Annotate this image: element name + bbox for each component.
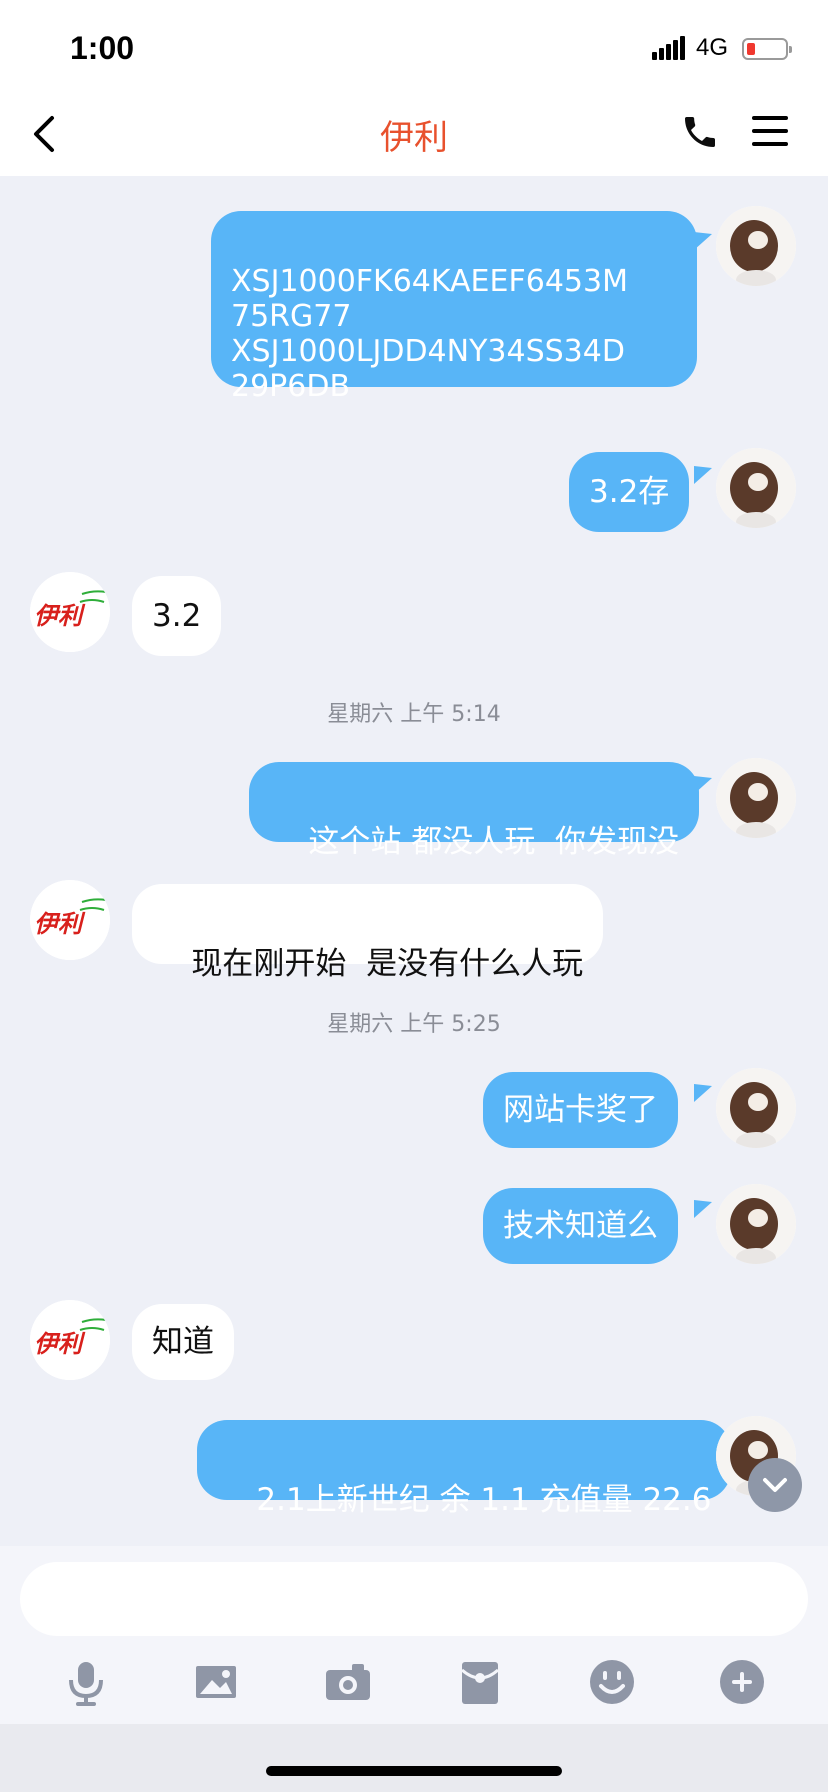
avatar[interactable] — [716, 1068, 796, 1148]
input-area — [0, 1546, 828, 1724]
plus-icon — [720, 1660, 764, 1704]
message-input[interactable] — [20, 1562, 808, 1636]
phone-icon — [685, 117, 715, 147]
message-bubble-sent[interactable]: XSJ1000FK64KAEEF6453M 75RG77 XSJ1000LJDD… — [211, 211, 697, 404]
message-bubble-received[interactable]: 知道 — [132, 1304, 234, 1380]
emoji-button[interactable] — [586, 1656, 638, 1708]
user-avatar-image — [716, 1068, 796, 1148]
avatar[interactable] — [716, 1184, 796, 1264]
avatar[interactable] — [716, 758, 796, 838]
message-text: 3.2 — [152, 598, 202, 634]
svg-text:伊利: 伊利 — [34, 1330, 86, 1358]
user-avatar-image — [716, 448, 796, 528]
message-bubble-sent[interactable]: 2.1上新世纪 余 1.1 充值量 22.6 — [197, 1420, 732, 1518]
user-avatar-image — [716, 206, 796, 286]
yili-logo-icon: 伊利 — [30, 572, 110, 652]
red-packet-icon — [461, 1662, 499, 1704]
bubble-tail — [694, 1200, 712, 1218]
red-packet-button[interactable] — [454, 1656, 506, 1708]
home-indicator[interactable] — [266, 1766, 562, 1776]
message-text: 现在刚开始 是没有什么人玩 — [191, 946, 584, 982]
chat-header: 伊利 — [0, 92, 828, 176]
message-bubble-sent[interactable]: 技术知道么 — [483, 1188, 678, 1264]
bubble-tail — [694, 776, 712, 794]
message-text: 知道 — [152, 1324, 214, 1360]
message-bubble-sent[interactable]: 这个站 都没人玩 你发现没 — [249, 762, 699, 860]
bubble-tail — [694, 1084, 712, 1102]
bubble-tail — [694, 232, 712, 250]
message-text: 技术知道么 — [503, 1208, 658, 1244]
message-text: XSJ1000FK64KAEEF6453M 75RG77 XSJ1000LJDD… — [231, 264, 628, 404]
message-bubble-received[interactable]: 现在刚开始 是没有什么人玩 — [132, 884, 604, 982]
svg-text:伊利: 伊利 — [34, 910, 86, 938]
image-button[interactable] — [190, 1656, 242, 1708]
signal-icon — [652, 36, 688, 60]
yili-logo-icon: 伊利 — [30, 1300, 110, 1380]
home-area — [0, 1724, 828, 1792]
avatar[interactable] — [716, 206, 796, 286]
network-label: 4G — [696, 34, 729, 61]
message-text: 这个站 都没人玩 你发现没 — [308, 824, 679, 860]
svg-text:伊利: 伊利 — [34, 602, 86, 630]
scroll-to-bottom-button[interactable] — [748, 1458, 802, 1512]
bubble-tail — [694, 1434, 712, 1452]
camera-button[interactable] — [322, 1656, 374, 1708]
contact-avatar[interactable]: 伊利 — [30, 880, 110, 960]
camera-icon — [326, 1664, 370, 1700]
message-text: 2.1上新世纪 余 1.1 充值量 22.6 — [256, 1482, 712, 1518]
chat-messages[interactable]: XSJ1000FK64KAEEF6453M 75RG77 XSJ1000LJDD… — [0, 176, 828, 1546]
mic-icon — [69, 1662, 103, 1706]
message-bubble-sent[interactable]: 3.2存 — [569, 452, 690, 532]
user-avatar-image — [716, 758, 796, 838]
contact-avatar[interactable]: 伊利 — [30, 1300, 110, 1380]
call-button[interactable] — [680, 112, 720, 152]
image-icon — [196, 1666, 236, 1698]
chevron-down-icon — [763, 1478, 787, 1492]
user-avatar-image — [716, 1184, 796, 1264]
voice-button[interactable] — [60, 1656, 112, 1708]
message-text: 网站卡奖了 — [503, 1092, 658, 1128]
contact-avatar[interactable]: 伊利 — [30, 572, 110, 652]
timestamp: 星期六 上午 5:25 — [327, 1012, 501, 1037]
battery-icon — [742, 38, 792, 60]
status-bar: 1:00 4G — [0, 0, 828, 92]
message-text: 3.2存 — [589, 474, 670, 510]
status-time: 1:00 — [70, 30, 135, 66]
menu-button[interactable] — [752, 114, 788, 148]
emoji-icon — [590, 1660, 634, 1704]
bubble-tail — [694, 466, 712, 484]
timestamp: 星期六 上午 5:14 — [327, 702, 501, 727]
yili-logo-icon: 伊利 — [30, 880, 110, 960]
avatar[interactable] — [716, 448, 796, 528]
message-bubble-received[interactable]: 3.2 — [132, 576, 222, 656]
message-bubble-sent[interactable]: 网站卡奖了 — [483, 1072, 678, 1148]
more-button[interactable] — [716, 1656, 768, 1708]
